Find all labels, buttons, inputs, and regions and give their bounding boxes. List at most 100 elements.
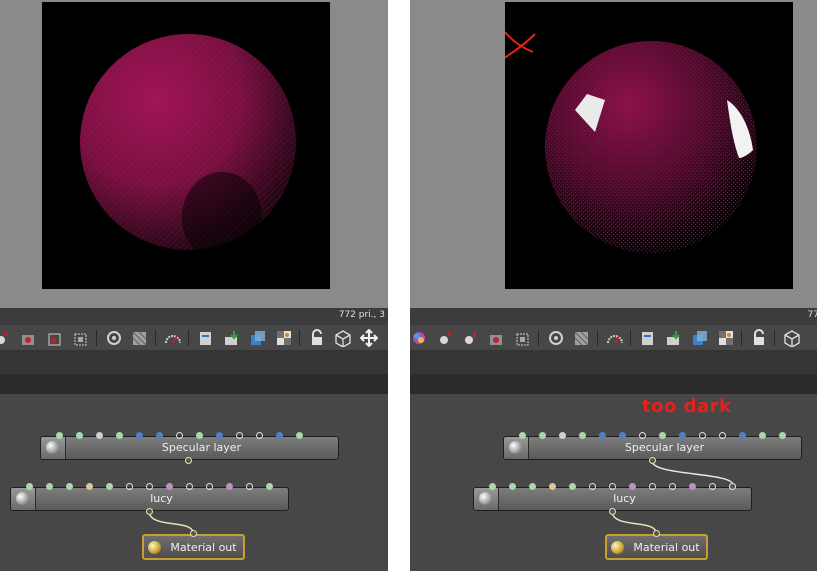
spray-icon[interactable] <box>436 329 454 347</box>
output-pin[interactable] <box>185 457 192 464</box>
input-pin[interactable] <box>126 483 133 490</box>
import-icon[interactable] <box>223 329 241 347</box>
gauge-icon[interactable] <box>606 329 624 347</box>
input-pin[interactable] <box>699 432 706 439</box>
render-viewport[interactable] <box>505 2 793 289</box>
input-pin[interactable] <box>96 432 103 439</box>
input-pin[interactable] <box>569 483 576 490</box>
box-icon[interactable] <box>334 329 352 347</box>
input-pin[interactable] <box>619 432 626 439</box>
input-pin[interactable] <box>639 432 646 439</box>
input-pin[interactable] <box>629 483 636 490</box>
input-pin[interactable] <box>146 483 153 490</box>
clipboard-icon[interactable] <box>197 329 215 347</box>
output-pin[interactable] <box>146 508 153 515</box>
input-pin[interactable] <box>166 483 173 490</box>
input-pin[interactable] <box>539 432 546 439</box>
input-pin[interactable] <box>549 483 556 490</box>
toolbar-separator <box>597 329 598 346</box>
input-pin[interactable] <box>599 432 606 439</box>
node-toggle[interactable] <box>11 488 36 510</box>
input-pin[interactable] <box>156 432 163 439</box>
node-graph[interactable]: too dark Specular layer lucy Material ou… <box>410 394 817 571</box>
input-pin[interactable] <box>659 432 666 439</box>
input-pin[interactable] <box>649 483 656 490</box>
input-pin[interactable] <box>216 432 223 439</box>
input-pin[interactable] <box>46 483 53 490</box>
graph-tab-strip <box>410 374 817 394</box>
input-pin[interactable] <box>186 483 193 490</box>
layers-icon[interactable] <box>249 329 267 347</box>
input-pin[interactable] <box>66 483 73 490</box>
material-out-node[interactable]: Material out <box>605 534 708 560</box>
node-toggle[interactable] <box>41 437 66 459</box>
input-pin[interactable] <box>579 432 586 439</box>
render-viewport[interactable] <box>42 2 330 289</box>
node-graph[interactable]: Specular layer lucy Material out <box>0 394 388 571</box>
input-pin[interactable] <box>176 432 183 439</box>
input-pin[interactable] <box>559 432 566 439</box>
input-pin[interactable] <box>266 483 273 490</box>
input-pin[interactable] <box>136 432 143 439</box>
input-pin[interactable] <box>739 432 746 439</box>
input-pin[interactable] <box>653 530 660 537</box>
move-icon[interactable] <box>360 328 378 347</box>
input-pin[interactable] <box>669 483 676 490</box>
input-pin[interactable] <box>709 483 716 490</box>
input-pin[interactable] <box>226 483 233 490</box>
clipboard-icon[interactable] <box>639 329 657 347</box>
input-pin[interactable] <box>196 432 203 439</box>
input-pin[interactable] <box>609 483 616 490</box>
input-pin[interactable] <box>26 483 33 490</box>
input-pin[interactable] <box>56 432 63 439</box>
input-pin[interactable] <box>206 483 213 490</box>
camera-icon[interactable] <box>105 329 123 347</box>
input-pin[interactable] <box>529 483 536 490</box>
pattern-icon[interactable] <box>131 329 149 347</box>
lock-icon[interactable] <box>750 328 768 347</box>
output-pin[interactable] <box>609 508 616 515</box>
input-pin[interactable] <box>509 483 516 490</box>
input-pin[interactable] <box>276 432 283 439</box>
layers-icon[interactable] <box>691 329 709 347</box>
import-icon[interactable] <box>665 329 683 347</box>
paint-icon[interactable] <box>462 329 480 347</box>
frame-icon[interactable] <box>46 329 64 347</box>
node-toggle[interactable] <box>474 488 499 510</box>
input-pin[interactable] <box>106 483 113 490</box>
texture-icon[interactable] <box>20 329 38 347</box>
node-toggle[interactable] <box>504 437 529 459</box>
input-pin[interactable] <box>296 432 303 439</box>
region-icon[interactable] <box>514 329 532 347</box>
input-pin[interactable] <box>256 432 263 439</box>
input-pin[interactable] <box>759 432 766 439</box>
texture-icon[interactable] <box>488 329 506 347</box>
material-icon[interactable] <box>410 329 428 347</box>
input-pin[interactable] <box>76 432 83 439</box>
lock-icon[interactable] <box>308 328 326 347</box>
input-pin[interactable] <box>589 483 596 490</box>
rotate-icon[interactable] <box>386 329 388 347</box>
input-pin[interactable] <box>86 483 93 490</box>
checker-icon[interactable] <box>717 329 735 347</box>
input-pin[interactable] <box>689 483 696 490</box>
gauge-icon[interactable] <box>164 329 182 347</box>
input-pin[interactable] <box>236 432 243 439</box>
camera-icon[interactable] <box>547 329 565 347</box>
box-icon[interactable] <box>783 329 801 347</box>
input-pin[interactable] <box>719 432 726 439</box>
pattern-icon[interactable] <box>573 329 591 347</box>
input-pin[interactable] <box>246 483 253 490</box>
material-out-node[interactable]: Material out <box>142 534 245 560</box>
input-pin[interactable] <box>190 530 197 537</box>
input-pin[interactable] <box>116 432 123 439</box>
input-pin[interactable] <box>679 432 686 439</box>
input-pin[interactable] <box>729 483 736 490</box>
region-icon[interactable] <box>72 329 90 347</box>
spray-icon[interactable] <box>0 329 12 347</box>
input-pin[interactable] <box>519 432 526 439</box>
input-pin[interactable] <box>489 483 496 490</box>
checker-icon[interactable] <box>275 329 293 347</box>
output-pin[interactable] <box>649 457 656 464</box>
input-pin[interactable] <box>779 432 786 439</box>
